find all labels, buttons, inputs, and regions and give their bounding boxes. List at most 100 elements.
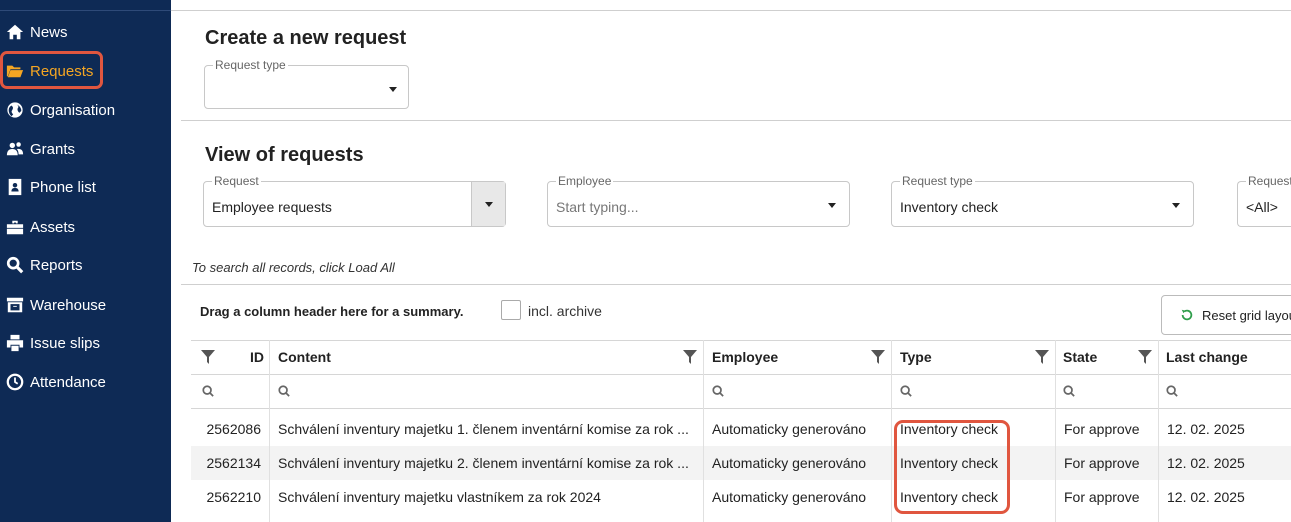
cell-employee: Automaticky generováno bbox=[712, 489, 867, 505]
grid-top-divider bbox=[181, 284, 1291, 285]
search-icon bbox=[6, 256, 24, 274]
request-type-filter-select[interactable]: Request type Inventory check bbox=[891, 174, 1194, 227]
filter-icon[interactable] bbox=[1035, 350, 1049, 364]
reset-icon bbox=[1181, 309, 1193, 321]
column-header-id[interactable]: ID bbox=[191, 340, 269, 374]
chevron-down-icon bbox=[389, 87, 397, 92]
sidebar-item-grants[interactable]: Grants bbox=[0, 134, 75, 164]
request-filter-select[interactable]: Request Employee requests bbox=[203, 174, 506, 227]
employee-filter-input[interactable]: Employee Start typing... bbox=[547, 174, 850, 227]
cell-state: For approve bbox=[1064, 455, 1140, 471]
main-content: Create a new request Request type View o… bbox=[171, 0, 1291, 522]
employee-column-filter-input[interactable] bbox=[712, 376, 724, 406]
warehouse-icon bbox=[6, 296, 24, 314]
search-icon bbox=[202, 385, 214, 397]
cell-employee: Automaticky generováno bbox=[712, 455, 867, 471]
sidebar-item-reports[interactable]: Reports bbox=[0, 250, 83, 280]
search-icon bbox=[900, 385, 912, 397]
filter-icon[interactable] bbox=[201, 350, 215, 364]
column-header-last-change[interactable]: Last change bbox=[1158, 340, 1291, 374]
request-state-filter-select[interactable]: Request <All> bbox=[1237, 174, 1291, 227]
filter-icon[interactable] bbox=[871, 350, 885, 364]
sidebar-item-label: Issue slips bbox=[30, 334, 101, 352]
reset-grid-layout-button[interactable]: Reset grid layout bbox=[1161, 295, 1291, 335]
filter-icon[interactable] bbox=[683, 350, 697, 364]
column-divider bbox=[269, 340, 270, 522]
create-request-title: Create a new request bbox=[205, 27, 407, 49]
users-icon bbox=[6, 140, 24, 158]
filter-icon[interactable] bbox=[1138, 350, 1152, 364]
incl-archive-checkbox[interactable] bbox=[501, 300, 521, 320]
load-all-hint: To search all records, click Load All bbox=[192, 260, 395, 275]
request-state-filter-value: <All> bbox=[1246, 199, 1278, 215]
id-filter-input[interactable] bbox=[202, 376, 214, 406]
grid-divider bbox=[191, 374, 1291, 375]
column-header-label: ID bbox=[250, 349, 264, 365]
column-header-content[interactable]: Content bbox=[269, 340, 703, 374]
request-type-filter-legend: Request type bbox=[900, 174, 975, 188]
sidebar-item-warehouse[interactable]: Warehouse bbox=[0, 290, 106, 320]
sidebar-item-attendance[interactable]: Attendance bbox=[0, 367, 106, 397]
sidebar-item-label: Organisation bbox=[30, 101, 116, 119]
sidebar-item-label: Warehouse bbox=[30, 296, 107, 314]
content-filter-input[interactable] bbox=[278, 376, 290, 406]
request-type-legend: Request type bbox=[213, 58, 288, 72]
cell-id: 2562134 bbox=[206, 455, 261, 471]
sidebar-item-label: Grants bbox=[30, 140, 76, 158]
sidebar-item-assets[interactable]: Assets bbox=[0, 212, 75, 242]
column-header-label: Employee bbox=[712, 349, 779, 365]
employee-filter-placeholder: Start typing... bbox=[556, 199, 639, 215]
view-requests-title: View of requests bbox=[205, 144, 364, 166]
search-icon bbox=[1063, 385, 1075, 397]
cell-state: For approve bbox=[1064, 421, 1140, 437]
section-divider bbox=[181, 120, 1291, 121]
column-header-employee[interactable]: Employee bbox=[703, 340, 891, 374]
type-column-filter-input[interactable] bbox=[900, 376, 912, 406]
printer-icon bbox=[6, 334, 24, 352]
request-type-select[interactable]: Request type bbox=[204, 58, 409, 109]
sidebar-item-organisation[interactable]: Organisation bbox=[0, 95, 115, 125]
clock-icon bbox=[6, 373, 24, 391]
cell-id: 2562086 bbox=[206, 421, 261, 437]
column-divider bbox=[703, 340, 704, 522]
request-filter-legend: Request bbox=[212, 174, 261, 188]
column-header-label: State bbox=[1063, 349, 1098, 365]
sidebar-item-label: Reports bbox=[30, 256, 83, 274]
sidebar-item-news[interactable]: News bbox=[0, 17, 68, 47]
sidebar-item-label: Assets bbox=[30, 218, 76, 236]
toolbox-icon bbox=[6, 218, 24, 236]
cell-content: Schválení inventury majetku 1. členem in… bbox=[278, 421, 689, 437]
incl-archive-label: incl. archive bbox=[528, 303, 602, 319]
column-header-label: Last change bbox=[1166, 349, 1248, 365]
column-header-type[interactable]: Type bbox=[891, 340, 1055, 374]
column-header-state[interactable]: State bbox=[1055, 340, 1158, 374]
search-icon bbox=[712, 385, 724, 397]
cell-last-change: 12. 02. 2025 bbox=[1167, 489, 1245, 505]
search-icon bbox=[1166, 385, 1178, 397]
column-divider bbox=[1158, 340, 1159, 522]
cell-content: Schválení inventury majetku 2. členem in… bbox=[278, 455, 689, 471]
home-icon bbox=[6, 23, 24, 41]
group-panel-text: Drag a column header here for a summary. bbox=[200, 304, 464, 319]
chevron-down-icon bbox=[828, 203, 836, 208]
chevron-down-icon bbox=[1172, 203, 1180, 208]
globe-icon bbox=[6, 101, 24, 119]
sidebar-top-divider bbox=[0, 0, 171, 11]
chevron-down-icon bbox=[485, 202, 493, 207]
cell-id: 2562210 bbox=[206, 489, 261, 505]
sidebar-item-issue-slips[interactable]: Issue slips bbox=[0, 328, 100, 358]
sidebar-item-label: Phone list bbox=[30, 178, 96, 196]
column-divider bbox=[1055, 340, 1056, 522]
sidebar: News Requests Organisation Grants Phone … bbox=[0, 0, 171, 522]
column-header-label: Type bbox=[900, 349, 932, 365]
reset-grid-layout-label: Reset grid layout bbox=[1202, 307, 1291, 323]
type-column-highlight bbox=[894, 420, 1010, 514]
sidebar-item-phone-list[interactable]: Phone list bbox=[0, 172, 96, 202]
cell-state: For approve bbox=[1064, 489, 1140, 505]
requests-highlight bbox=[0, 51, 103, 89]
state-column-filter-input[interactable] bbox=[1063, 376, 1075, 406]
dropdown-button[interactable] bbox=[471, 182, 505, 226]
sidebar-item-label: News bbox=[30, 23, 68, 41]
employee-filter-legend: Employee bbox=[556, 174, 614, 188]
last-change-filter-input[interactable] bbox=[1166, 376, 1178, 406]
